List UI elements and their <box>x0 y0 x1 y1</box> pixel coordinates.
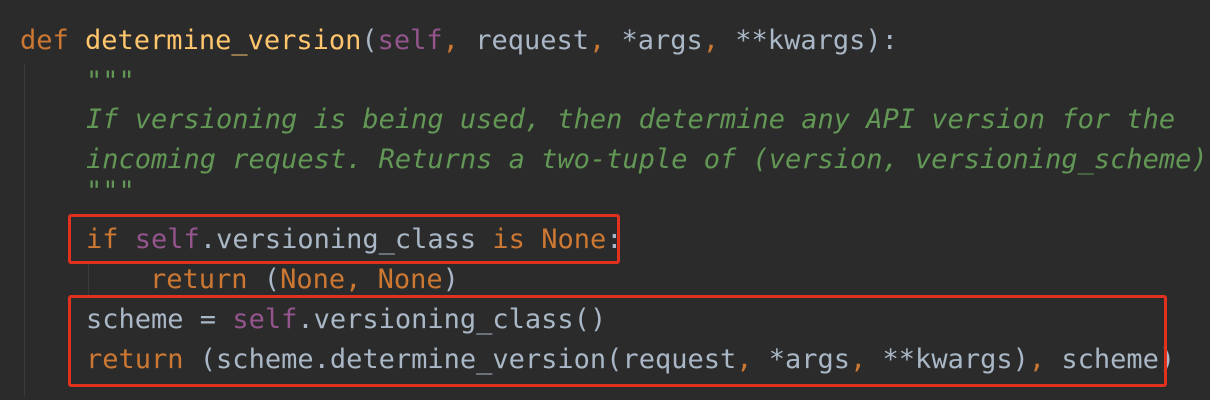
keyword-none: None <box>377 264 443 295</box>
keyword-none: None <box>280 264 346 295</box>
close-paren: ) <box>442 264 459 295</box>
indent-guide-1 <box>24 64 25 396</box>
comma: , <box>588 25 622 56</box>
docstring-line-2: incoming request. Returns a two-tuple of… <box>86 144 1208 175</box>
docstring-close: """ <box>86 176 135 207</box>
function-name: determine_version <box>85 25 362 56</box>
code-line-return-none: return (None, None) <box>150 260 459 300</box>
open-paren: ( <box>263 264 281 295</box>
keyword-return: return <box>150 264 264 295</box>
comma: , <box>702 25 736 56</box>
docstring-open: """ <box>86 66 135 97</box>
param-self: self <box>377 25 443 56</box>
open-paren: ( <box>361 25 378 56</box>
docstring-line-1: If versioning is being used, then determ… <box>86 104 1176 135</box>
param-args: *args <box>621 25 703 56</box>
param-kwargs: **kwargs <box>735 25 866 56</box>
code-line-def: def determine_version(self, request, *ar… <box>20 21 898 61</box>
highlight-box-if <box>68 214 620 264</box>
code-editor[interactable]: def determine_version(self, request, *ar… <box>0 0 1210 400</box>
param-request: request <box>475 25 589 56</box>
close-paren-colon: ): <box>865 25 898 56</box>
comma: , <box>345 264 378 295</box>
keyword-def: def <box>20 25 86 56</box>
comma: , <box>442 25 476 56</box>
indent-guide-2 <box>88 262 89 298</box>
highlight-box-return <box>68 295 1167 387</box>
